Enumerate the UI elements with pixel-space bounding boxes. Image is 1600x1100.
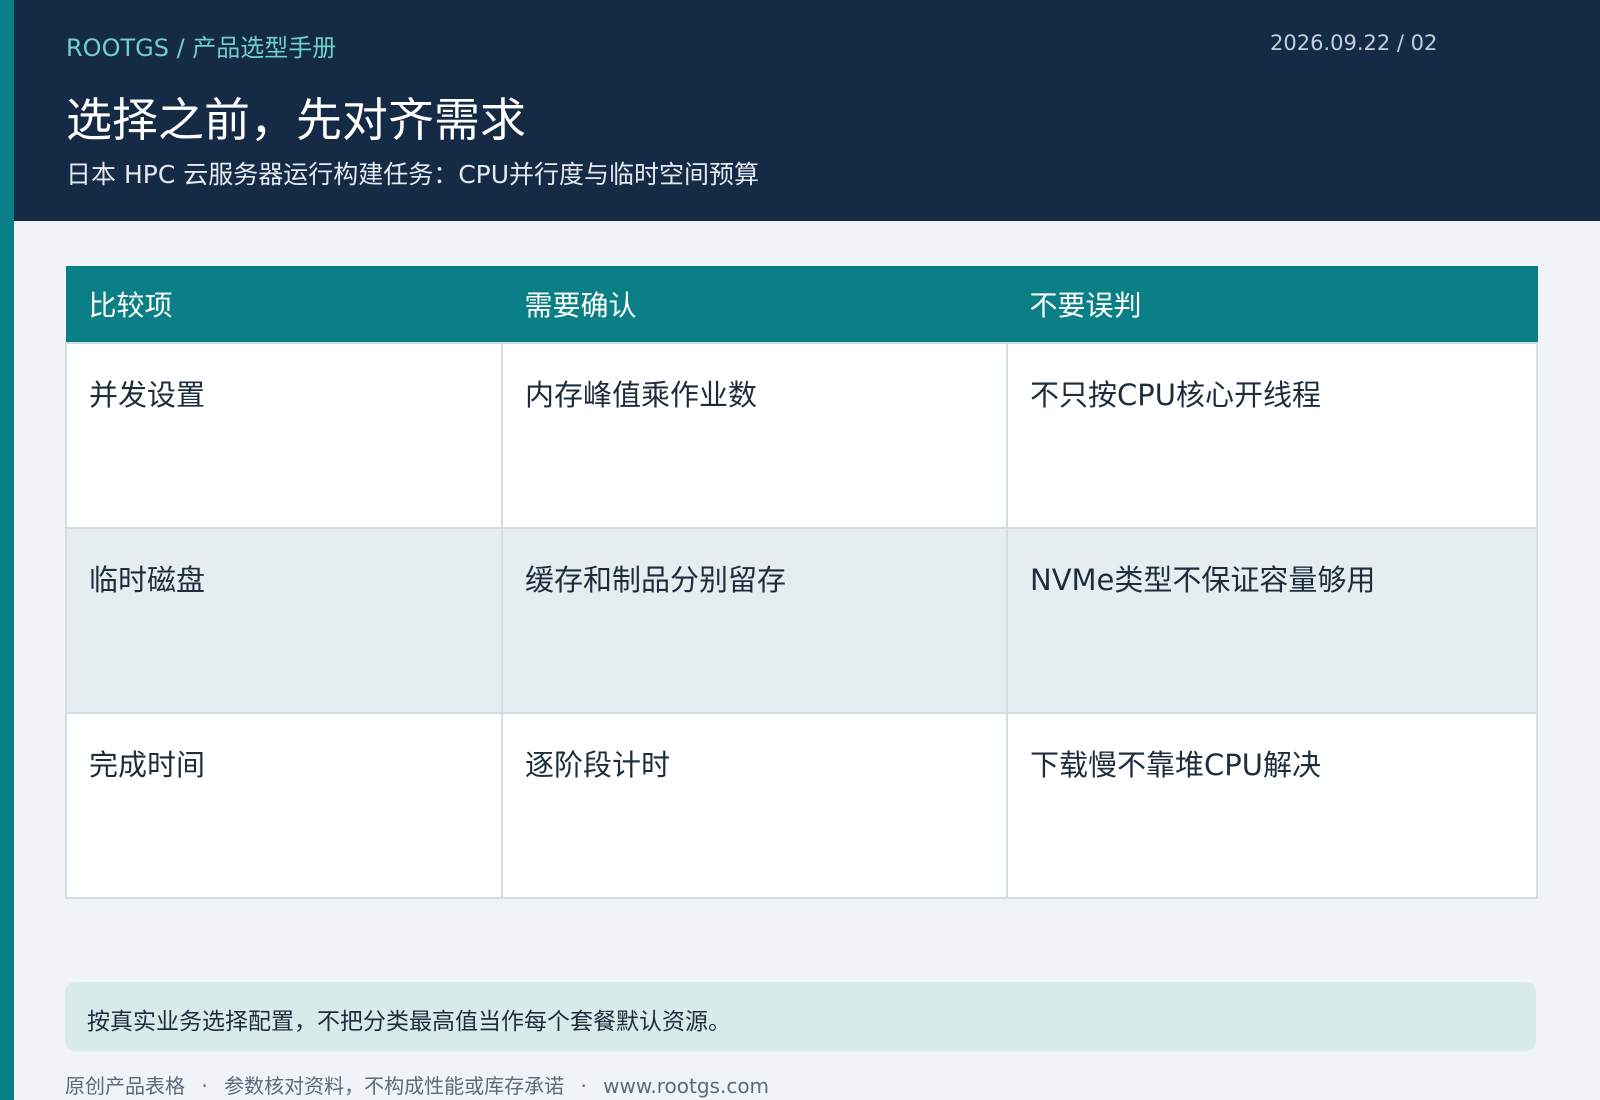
page-title: 选择之前，先对齐需求 [66, 93, 526, 147]
breadcrumb: ROOTGS / 产品选型手册 [66, 34, 337, 62]
footer-item-original: 原创产品表格 [65, 1074, 185, 1098]
footer-website-link[interactable]: www.rootgs.com [603, 1074, 769, 1098]
footer-separator: · [201, 1074, 208, 1098]
comparison-table-container: 比较项 需要确认 不要误判 并发设置 内存峰值乘作业数 不只按CPU核心开线程 … [65, 266, 1538, 899]
page-footer: 原创产品表格 · 参数核对资料，不构成性能或库存承诺 · www.rootgs.… [65, 1070, 769, 1099]
table-cell-misjudge: 不只按CPU核心开线程 [1006, 342, 1538, 529]
table-cell-item: 并发设置 [65, 342, 503, 529]
footer-separator: · [580, 1074, 587, 1098]
table-cell-item: 完成时间 [65, 712, 503, 899]
table-cell-confirm: 缓存和制品分别留存 [501, 527, 1008, 714]
table-row: 完成时间 逐阶段计时 下载慢不靠堆CPU解决 [65, 712, 1538, 899]
table-cell-confirm: 逐阶段计时 [501, 712, 1008, 899]
page-subtitle: 日本 HPC 云服务器运行构建任务：CPU并行度与临时空间预算 [66, 160, 760, 189]
column-header-misjudge: 不要误判 [1006, 266, 1538, 343]
table-cell-misjudge: NVMe类型不保证容量够用 [1006, 527, 1538, 714]
page-header: ROOTGS / 产品选型手册 2026.09.22 / 02 选择之前，先对齐… [14, 0, 1600, 221]
note-text: 按真实业务选择配置，不把分类最高值当作每个套餐默认资源。 [87, 1009, 731, 1035]
table-cell-item: 临时磁盘 [65, 527, 503, 714]
date-page-label: 2026.09.22 / 02 [1270, 31, 1438, 55]
footer-item-disclaimer: 参数核对资料，不构成性能或库存承诺 [224, 1074, 565, 1098]
column-header-confirm: 需要确认 [501, 266, 1008, 343]
table-row: 临时磁盘 缓存和制品分别留存 NVMe类型不保证容量够用 [65, 527, 1538, 714]
table-header-row: 比较项 需要确认 不要误判 [65, 266, 1538, 343]
column-header-item: 比较项 [65, 266, 503, 343]
table-cell-misjudge: 下载慢不靠堆CPU解决 [1006, 712, 1538, 899]
comparison-table: 比较项 需要确认 不要误判 并发设置 内存峰值乘作业数 不只按CPU核心开线程 … [65, 266, 1538, 899]
table-row: 并发设置 内存峰值乘作业数 不只按CPU核心开线程 [65, 342, 1538, 529]
note-box: 按真实业务选择配置，不把分类最高值当作每个套餐默认资源。 [65, 982, 1536, 1051]
table-cell-confirm: 内存峰值乘作业数 [501, 342, 1008, 529]
left-accent-bar [0, 0, 14, 1100]
